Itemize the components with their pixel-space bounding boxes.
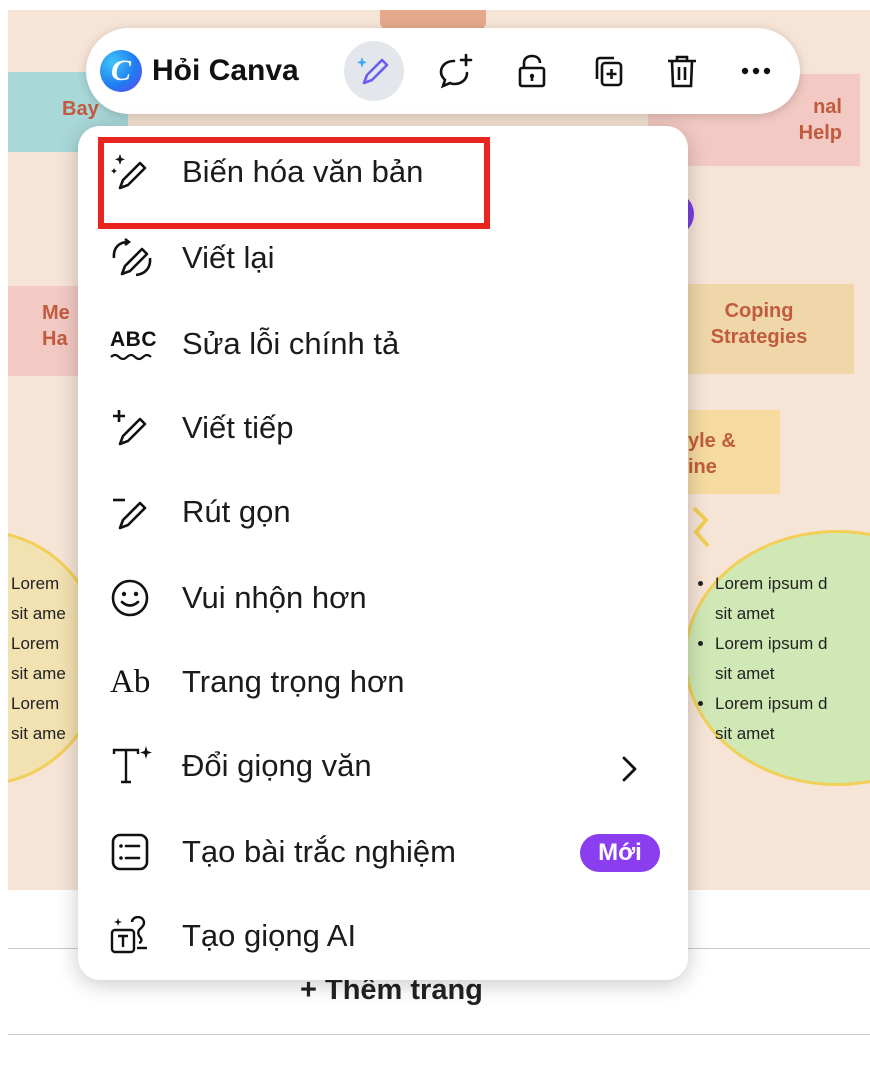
bubble-right-item: Lorem ipsum d sit amet bbox=[715, 629, 827, 689]
bubble-left-line: Lorem bbox=[11, 574, 60, 593]
ai-voice-icon bbox=[110, 916, 147, 954]
note-top-left-text: Bay bbox=[62, 98, 99, 120]
highlight-box bbox=[98, 137, 490, 229]
menu-item-label: Sửa lỗi chính tả bbox=[182, 326, 400, 361]
unlock-icon bbox=[518, 54, 546, 88]
note-mid-left-text: Me Ha bbox=[42, 302, 70, 350]
menu-item-rewrite[interactable]: Viết lại bbox=[78, 218, 688, 298]
note-lower-right[interactable]: yle & ine bbox=[680, 410, 780, 494]
menu-item-spellcheck[interactable]: ABC Sửa lỗi chính tả bbox=[78, 304, 688, 384]
bubble-left-line: sit ame bbox=[11, 604, 66, 623]
bubble-right-line: sit amet bbox=[715, 604, 775, 623]
bubble-right-line: Lorem ipsum d bbox=[715, 694, 828, 713]
bubble-right-line: sit amet bbox=[715, 664, 775, 683]
continue-writing-icon bbox=[113, 410, 147, 446]
delete-button[interactable] bbox=[652, 41, 712, 101]
trash-icon bbox=[668, 55, 696, 88]
spellcheck-icon-text: ABC bbox=[110, 328, 157, 351]
menu-item-label: Vui nhộn hơn bbox=[182, 580, 367, 615]
menu-item-label: Tạo bài trắc nghiệm bbox=[182, 834, 456, 869]
note-mid-left[interactable]: Me Ha bbox=[8, 286, 88, 376]
menu-item-more-fun[interactable]: Vui nhộn hơn bbox=[78, 558, 688, 638]
bubble-left-line: sit ame bbox=[11, 664, 66, 683]
deco-connector bbox=[692, 506, 710, 548]
magic-write-menu: Biến hóa văn bản Viết lại ABC Sửa lỗi ch… bbox=[78, 126, 688, 980]
divider-bottom bbox=[8, 1034, 870, 1035]
bubble-left-line: Lorem bbox=[11, 634, 60, 653]
bubble-right[interactable]: Lorem ipsum d sit amet Lorem ipsum d sit a… bbox=[684, 530, 870, 786]
new-badge: Mới bbox=[580, 834, 660, 872]
menu-item-label: Đổi giọng văn bbox=[182, 748, 372, 783]
rewrite-icon bbox=[112, 238, 152, 277]
comment-button[interactable] bbox=[426, 41, 486, 101]
more-icon bbox=[741, 67, 771, 75]
menu-item-label: Tạo giọng AI bbox=[182, 918, 357, 953]
bubble-left-line: sit ame bbox=[11, 724, 66, 743]
bubble-right-line: Lorem ipsum d bbox=[715, 634, 828, 653]
duplicate-button[interactable] bbox=[578, 41, 638, 101]
formal-icon: Ab bbox=[110, 662, 156, 702]
menu-item-more-formal[interactable]: Ab Trang trọng hơn bbox=[78, 642, 688, 722]
menu-item-continue-writing[interactable]: Viết tiếp bbox=[78, 388, 688, 468]
ask-canva-label: Hỏi Canva bbox=[152, 54, 299, 87]
menu-item-shorten[interactable]: Rút gọn bbox=[78, 472, 688, 552]
note-mid-right-text: Coping Strategies bbox=[710, 300, 808, 348]
deco-shape-right bbox=[428, 10, 486, 30]
bubble-right-item: Lorem ipsum d sit amet bbox=[715, 569, 827, 629]
text-style-icon bbox=[112, 746, 152, 784]
bubble-right-line: Lorem ipsum d bbox=[715, 574, 828, 593]
menu-item-change-tone[interactable]: Đổi giọng văn bbox=[78, 726, 688, 806]
quiz-icon bbox=[111, 833, 149, 871]
magic-write-icon bbox=[357, 57, 389, 85]
formal-icon-text: Ab bbox=[110, 664, 151, 700]
note-lower-right-text: yle & ine bbox=[688, 430, 736, 478]
canva-logo-icon: C bbox=[100, 50, 142, 92]
more-options-button[interactable] bbox=[726, 41, 786, 101]
bubble-right-item: Lorem ipsum d sit amet bbox=[715, 689, 827, 749]
menu-item-label: Viết lại bbox=[182, 240, 275, 275]
shorten-icon bbox=[113, 498, 147, 530]
lock-button[interactable] bbox=[502, 41, 562, 101]
duplicate-icon bbox=[595, 56, 623, 87]
menu-item-label: Trang trọng hơn bbox=[182, 664, 405, 699]
element-toolbar: C Hỏi Canva bbox=[86, 28, 800, 114]
smiley-icon bbox=[111, 579, 149, 617]
bubble-right-line: sit amet bbox=[715, 724, 775, 743]
magic-write-button[interactable] bbox=[344, 41, 404, 101]
comment-add-icon bbox=[439, 53, 473, 89]
bubble-left-line: Lorem bbox=[11, 694, 60, 713]
chevron-right-icon bbox=[622, 756, 637, 782]
menu-item-label: Viết tiếp bbox=[182, 410, 294, 445]
menu-item-label: Rút gọn bbox=[182, 494, 291, 529]
note-mid-right[interactable]: Coping Strategies bbox=[680, 284, 854, 374]
spellcheck-icon: ABC bbox=[110, 324, 157, 364]
menu-item-ai-voice[interactable]: Tạo giọng AI bbox=[78, 896, 688, 976]
deco-shape-left bbox=[380, 10, 432, 30]
